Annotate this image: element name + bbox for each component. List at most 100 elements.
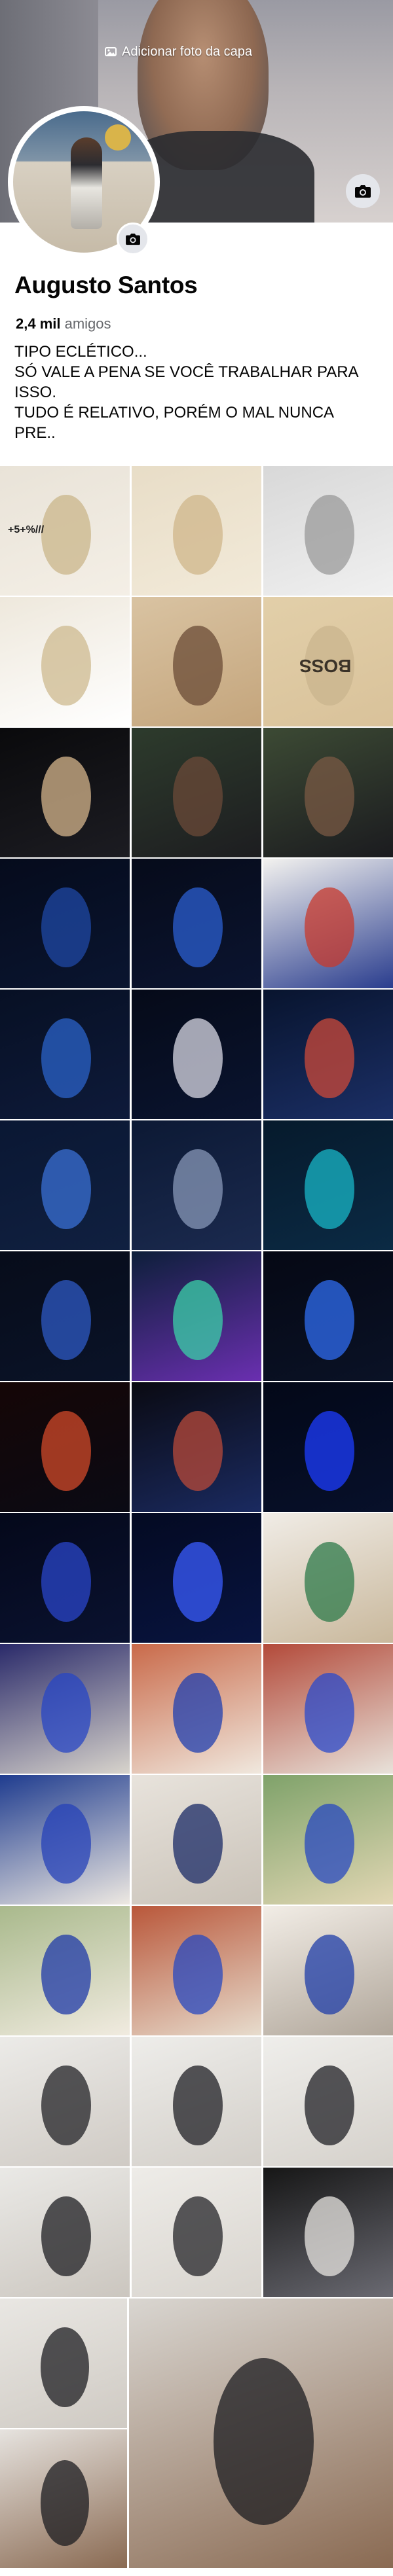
photo-thumbnail[interactable] (132, 1775, 261, 1905)
add-cover-photo-button[interactable]: Adicionar foto da capa (105, 42, 252, 62)
photo-subject (41, 2065, 91, 2146)
photo-thumbnail[interactable] (0, 597, 130, 726)
avatar-background-emblem (105, 124, 131, 151)
photo-subject (173, 625, 223, 706)
photo-subject (305, 1410, 354, 1492)
photo-subject (305, 1279, 354, 1361)
photo-subject (305, 2065, 354, 2146)
photo-subject (41, 494, 91, 575)
photo-thumbnail[interactable] (132, 1644, 261, 1774)
photo-subject (305, 1541, 354, 1622)
photo-subject (305, 756, 354, 837)
photo-thumbnail[interactable] (0, 1775, 130, 1905)
photo-thumbnail[interactable] (132, 597, 261, 726)
photo-subject (305, 1018, 354, 1099)
photo-subject (41, 625, 91, 706)
photo-thumbnail[interactable] (263, 1906, 393, 2035)
photo-subject (173, 887, 223, 968)
photo-thumbnail[interactable] (263, 2168, 393, 2297)
photo-subject (213, 2357, 314, 2526)
photo-thumbnail[interactable] (0, 1251, 130, 1381)
photo-thumbnail[interactable]: BOSS (263, 597, 393, 726)
photo-subject (41, 2196, 91, 2277)
photo-subject (305, 1149, 354, 1230)
photo-subject (41, 1803, 91, 1884)
photo-subject (173, 1149, 223, 1230)
photo-icon (105, 47, 117, 56)
photo-subject (173, 1018, 223, 1099)
friends-count: 2,4 mil (16, 315, 61, 332)
photo-subject (173, 756, 223, 837)
photo-subject (41, 1541, 91, 1622)
photo-thumbnail[interactable] (129, 2299, 393, 2568)
photo-thumbnail[interactable] (0, 1382, 130, 1512)
photo-subject (173, 1410, 223, 1492)
photo-subject (41, 887, 91, 968)
photo-thumbnail[interactable] (263, 1513, 393, 1643)
photo-thumbnail[interactable] (132, 728, 261, 857)
photo-subject (41, 1934, 91, 2015)
camera-icon (126, 233, 140, 245)
photo-thumbnail[interactable] (263, 990, 393, 1119)
edit-profile-picture-camera-button[interactable] (117, 223, 149, 255)
photo-subject (173, 2065, 223, 2146)
photo-subject (41, 756, 91, 837)
friends-count-link[interactable]: 2,4 mil amigos (16, 315, 111, 332)
photo-thumbnail[interactable] (0, 2168, 130, 2297)
photo-thumbnail[interactable] (132, 2037, 261, 2166)
photo-thumbnail[interactable] (132, 2168, 261, 2297)
photo-thumbnail[interactable] (132, 1120, 261, 1250)
photo-thumbnail[interactable]: +5+%/// (0, 466, 130, 596)
photo-thumbnail[interactable] (263, 466, 393, 596)
photo-subject (41, 1672, 91, 1753)
photo-thumbnail[interactable] (263, 2037, 393, 2166)
photo-subject (305, 1672, 354, 1753)
photo-subject (173, 2196, 223, 2277)
photo-thumbnail[interactable] (0, 2429, 127, 2568)
photo-thumbnail[interactable] (132, 466, 261, 596)
photo-caption-text: +5+%/// (8, 524, 45, 536)
photo-thumbnail[interactable] (0, 1120, 130, 1250)
photo-subject (41, 2460, 89, 2547)
photo-subject (305, 1803, 354, 1884)
photo-thumbnail[interactable] (132, 1382, 261, 1512)
add-cover-photo-label: Adicionar foto da capa (122, 44, 253, 59)
edit-cover-camera-button[interactable] (346, 174, 380, 208)
photo-subject (173, 1672, 223, 1753)
photo-subject (41, 1149, 91, 1230)
photo-thumbnail[interactable] (263, 1120, 393, 1250)
photo-subject (305, 1934, 354, 2015)
photo-thumbnail[interactable] (0, 859, 130, 988)
photo-thumbnail[interactable] (263, 728, 393, 857)
photo-thumbnail[interactable] (0, 728, 130, 857)
avatar-person (71, 137, 102, 229)
photo-subject (305, 887, 354, 968)
photo-subject (305, 2196, 354, 2277)
camera-icon (355, 185, 371, 198)
photo-thumbnail[interactable] (0, 990, 130, 1119)
photo-thumbnail[interactable] (0, 1906, 130, 2035)
photo-thumbnail[interactable] (132, 1513, 261, 1643)
photo-subject (41, 1410, 91, 1492)
photo-thumbnail[interactable] (132, 859, 261, 988)
photo-thumbnail[interactable] (132, 1906, 261, 2035)
photo-thumbnail[interactable] (263, 1775, 393, 1905)
photo-thumbnail[interactable] (132, 990, 261, 1119)
photo-thumbnail[interactable] (0, 1644, 130, 1774)
photo-subject (173, 1279, 223, 1361)
photo-thumbnail[interactable] (263, 1644, 393, 1774)
photo-subject (173, 494, 223, 575)
photo-thumbnail[interactable] (263, 859, 393, 988)
profile-bio: TIPO ECLÉTICO... SÓ VALE A PENA SE VOCÊ … (14, 343, 358, 442)
photo-thumbnail[interactable] (263, 1382, 393, 1512)
photo-grid: +5+%/// BOSS (0, 466, 393, 2576)
photo-thumbnail[interactable] (0, 2037, 130, 2166)
profile-name: Augusto Santos (14, 272, 198, 298)
photo-thumbnail[interactable] (0, 1513, 130, 1643)
photo-subject (41, 1279, 91, 1361)
photo-subject (173, 1803, 223, 1884)
photo-thumbnail[interactable] (132, 1251, 261, 1381)
photo-thumbnail[interactable] (0, 2299, 127, 2428)
photo-subject (173, 1934, 223, 2015)
photo-thumbnail[interactable] (263, 1251, 393, 1381)
